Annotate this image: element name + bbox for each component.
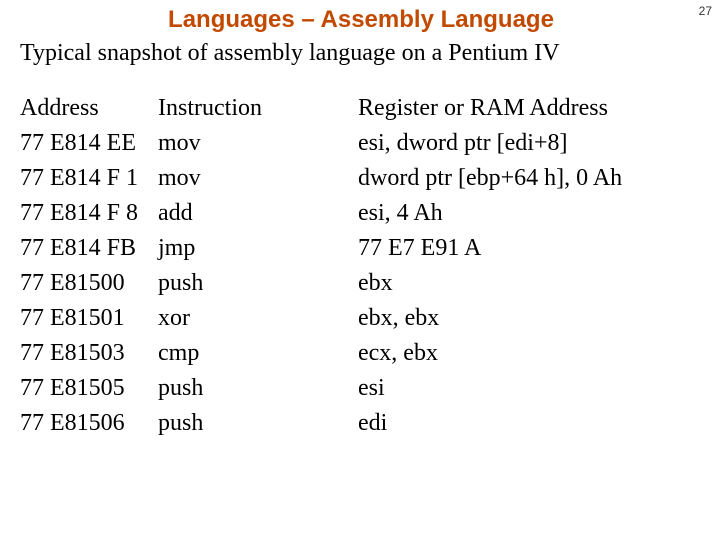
slide-subtitle: Typical snapshot of assembly language on…: [20, 40, 702, 67]
cell-operand: esi: [358, 375, 702, 402]
cell-instruction: push: [158, 270, 358, 297]
cell-address: 77 E81503: [20, 340, 158, 367]
cell-operand: dword ptr [ebp+64 h], 0 Ah: [358, 165, 702, 192]
col-header-operand: Register or RAM Address: [358, 95, 702, 122]
col-header-address: Address: [20, 95, 158, 122]
cell-instruction: push: [158, 410, 358, 437]
cell-instruction: mov: [158, 130, 358, 157]
cell-operand: ebx, ebx: [358, 305, 702, 332]
cell-address: 77 E814 F 8: [20, 200, 158, 227]
cell-operand: edi: [358, 410, 702, 437]
cell-instruction: mov: [158, 165, 358, 192]
cell-operand: 77 E7 E91 A: [358, 235, 702, 262]
cell-address: 77 E814 FB: [20, 235, 158, 262]
cell-address: 77 E814 EE: [20, 130, 158, 157]
cell-operand: esi, 4 Ah: [358, 200, 702, 227]
page-number: 27: [699, 4, 712, 18]
cell-address: 77 E81501: [20, 305, 158, 332]
cell-instruction: xor: [158, 305, 358, 332]
cell-address: 77 E814 F 1: [20, 165, 158, 192]
cell-instruction: add: [158, 200, 358, 227]
cell-operand: ebx: [358, 270, 702, 297]
cell-instruction: push: [158, 375, 358, 402]
cell-address: 77 E81500: [20, 270, 158, 297]
cell-operand: ecx, ebx: [358, 340, 702, 367]
cell-address: 77 E81505: [20, 375, 158, 402]
cell-instruction: jmp: [158, 235, 358, 262]
cell-address: 77 E81506: [20, 410, 158, 437]
assembly-table: Address Instruction Register or RAM Addr…: [20, 95, 702, 437]
col-header-instruction: Instruction: [158, 95, 358, 122]
slide-title: Languages – Assembly Language: [20, 6, 702, 34]
cell-instruction: cmp: [158, 340, 358, 367]
cell-operand: esi, dword ptr [edi+8]: [358, 130, 702, 157]
